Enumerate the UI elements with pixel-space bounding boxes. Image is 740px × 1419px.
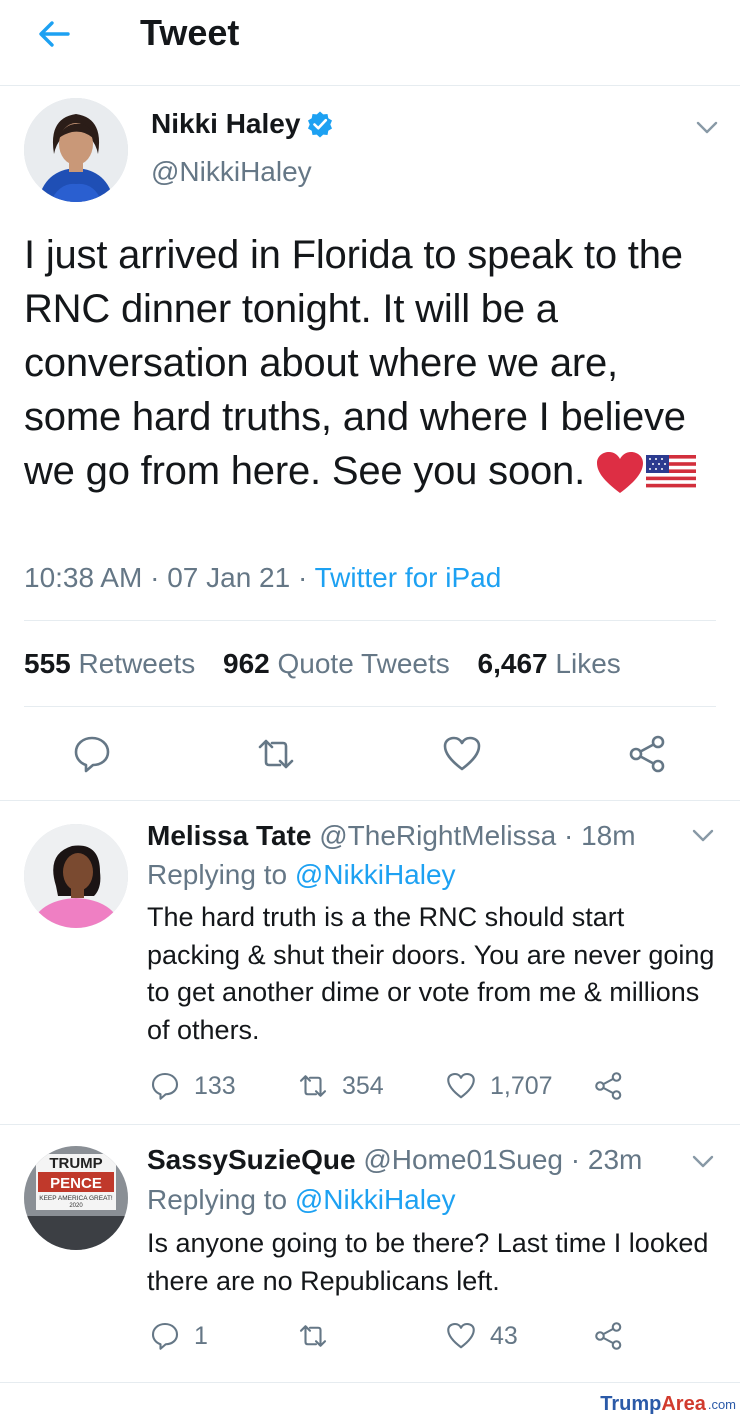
tweet-body: I just arrived in Florida to speak to th… <box>24 233 686 493</box>
divider <box>24 620 716 621</box>
page-title: Tweet <box>140 12 240 53</box>
chevron-down-icon[interactable] <box>690 822 716 848</box>
quotes-count: 962 <box>223 648 270 679</box>
sign-line-2: PENCE <box>50 1175 102 1192</box>
reply-author-handle[interactable]: @TheRightMelissa <box>319 820 556 851</box>
retweets-label: Retweets <box>78 648 196 679</box>
reply-icon <box>151 1072 179 1100</box>
retweets-count: 555 <box>24 648 71 679</box>
like-icon <box>447 1072 475 1099</box>
sign-line-4: 2020 <box>69 1203 83 1209</box>
separator-dot: · <box>563 1144 588 1175</box>
verified-badge-icon <box>308 111 332 138</box>
red-heart-icon <box>596 452 643 494</box>
arrow-left-icon[interactable] <box>34 14 74 54</box>
author-name[interactable]: Nikki Haley <box>151 108 300 140</box>
reply-text: The hard truth is a the RNC should start… <box>147 902 715 1045</box>
tweet-time[interactable]: 10:38 AM <box>24 562 142 593</box>
retweet-icon <box>299 1325 327 1347</box>
replying-to: Replying to @NikkiHaley <box>147 1184 456 1216</box>
reply-author-name[interactable]: SassySuzieQue <box>147 1144 356 1175</box>
avatar[interactable] <box>24 824 128 928</box>
reply-action[interactable]: 133 <box>150 1070 236 1102</box>
replying-mention[interactable]: @NikkiHaley <box>295 859 456 890</box>
tweet-meta: 10:38 AM · 07 Jan 21 · Twitter for iPad <box>24 562 502 593</box>
retweets-stat[interactable]: 555 Retweets <box>24 648 195 679</box>
likes-stat[interactable]: 6,467 Likes <box>478 648 621 679</box>
watermark-part1: Trump <box>600 1392 662 1415</box>
retweet-action[interactable] <box>298 1320 342 1352</box>
author-handle[interactable]: @NikkiHaley <box>151 156 312 188</box>
share-icon <box>595 1322 622 1350</box>
reply-header: SassySuzieQue @Home01Sueg · 23m <box>147 1144 642 1176</box>
like-icon[interactable] <box>442 734 482 774</box>
share-action[interactable] <box>594 1070 638 1102</box>
tweet-text: I just arrived in Florida to speak to th… <box>24 228 714 498</box>
likes-count: 6,467 <box>477 648 548 679</box>
retweet-icon[interactable] <box>256 734 296 774</box>
like-icon <box>447 1322 475 1349</box>
reply-count: 1 <box>194 1321 208 1350</box>
like-count: 43 <box>490 1321 518 1350</box>
top-bar: Tweet <box>0 0 740 86</box>
replying-to: Replying to @NikkiHaley <box>147 859 456 891</box>
retweet-icon <box>299 1075 327 1097</box>
replying-mention[interactable]: @NikkiHaley <box>295 1184 456 1215</box>
like-action[interactable]: 1,707 <box>446 1070 553 1102</box>
reply-tweet[interactable]: Melissa Tate @TheRightMelissa · 18m Repl… <box>0 800 740 1124</box>
tweet-source[interactable]: Twitter for iPad <box>315 562 502 593</box>
like-action[interactable]: 43 <box>446 1320 518 1352</box>
reply-author-handle[interactable]: @Home01Sueg <box>363 1144 563 1175</box>
reply-icon <box>151 1322 179 1350</box>
share-icon <box>595 1072 622 1100</box>
quotes-label: Quote Tweets <box>277 648 450 679</box>
tweet-stats: 555 Retweets 962 Quote Tweets 6,467 Like… <box>24 648 641 680</box>
watermark: Trump Area .com <box>600 1391 736 1417</box>
sign-line-3: KEEP AMERICA GREAT! <box>39 1195 113 1202</box>
chevron-down-icon[interactable] <box>694 114 720 140</box>
likes-label: Likes <box>555 648 621 679</box>
divider <box>24 706 716 707</box>
watermark-part3: .com <box>707 1396 736 1412</box>
us-flag-icon <box>645 455 696 492</box>
share-icon[interactable] <box>628 734 668 774</box>
watermark-part2: Area <box>661 1392 706 1415</box>
reply-icon[interactable] <box>72 734 112 774</box>
reply-author-name[interactable]: Melissa Tate <box>147 820 311 851</box>
share-action[interactable] <box>594 1320 638 1352</box>
reply-time: 18m <box>581 820 636 851</box>
quotes-stat[interactable]: 962 Quote Tweets <box>223 648 450 679</box>
sign-line-1: TRUMP <box>49 1155 102 1172</box>
reply-text: Is anyone going to be there? Last time I… <box>147 1228 709 1296</box>
replying-label: Replying to <box>147 859 288 890</box>
reply-tweet[interactable]: TRUMP PENCE KEEP AMERICA GREAT! 2020 Sas… <box>0 1124 740 1382</box>
reply-count: 133 <box>194 1071 236 1100</box>
chevron-down-icon[interactable] <box>690 1148 716 1174</box>
reply-action[interactable]: 1 <box>150 1320 208 1352</box>
reply-header: Melissa Tate @TheRightMelissa · 18m <box>147 820 636 852</box>
avatar[interactable] <box>24 98 128 202</box>
retweet-action[interactable]: 354 <box>298 1070 384 1102</box>
retweet-count: 354 <box>342 1071 384 1100</box>
separator-dot: · <box>556 820 582 851</box>
reply-time: 23m <box>587 1144 643 1175</box>
avatar[interactable]: TRUMP PENCE KEEP AMERICA GREAT! 2020 <box>24 1146 128 1250</box>
tweet-date[interactable]: 07 Jan 21 <box>167 562 290 593</box>
divider <box>0 1382 740 1383</box>
like-count: 1,707 <box>490 1071 553 1100</box>
replying-label: Replying to <box>147 1184 288 1215</box>
